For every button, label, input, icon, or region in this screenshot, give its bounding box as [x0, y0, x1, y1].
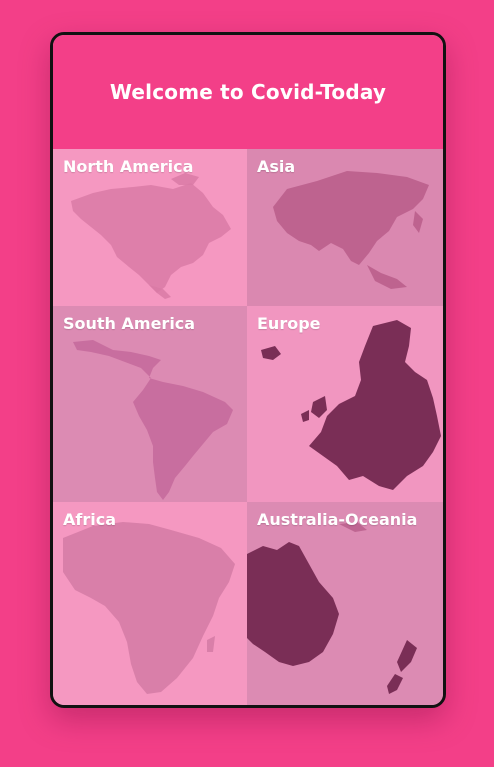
region-tile-north-america[interactable]: North America	[53, 149, 247, 306]
region-label-europe: Europe	[257, 314, 321, 333]
region-label-south-america: South America	[63, 314, 196, 333]
region-label-north-america: North America	[63, 157, 194, 176]
europe-map-icon	[261, 320, 441, 490]
region-tile-asia[interactable]: Asia	[247, 149, 443, 306]
oceania-map-icon	[247, 522, 417, 694]
region-label-africa: Africa	[63, 510, 116, 529]
africa-map-icon	[63, 522, 235, 694]
south-america-map-icon	[73, 340, 233, 500]
region-tile-australia-oceania[interactable]: Australia-Oceania	[247, 502, 443, 705]
app-header: Welcome to Covid-Today	[53, 35, 443, 150]
region-tile-europe[interactable]: Europe	[247, 306, 443, 502]
app-frame: Welcome to Covid-Today North America Asi…	[50, 32, 446, 708]
region-label-asia: Asia	[257, 157, 296, 176]
region-grid: North America Asia South America Europe …	[53, 149, 443, 705]
region-tile-africa[interactable]: Africa	[53, 502, 247, 705]
region-label-australia-oceania: Australia-Oceania	[257, 510, 418, 529]
page-title: Welcome to Covid-Today	[109, 80, 387, 104]
region-tile-south-america[interactable]: South America	[53, 306, 247, 502]
